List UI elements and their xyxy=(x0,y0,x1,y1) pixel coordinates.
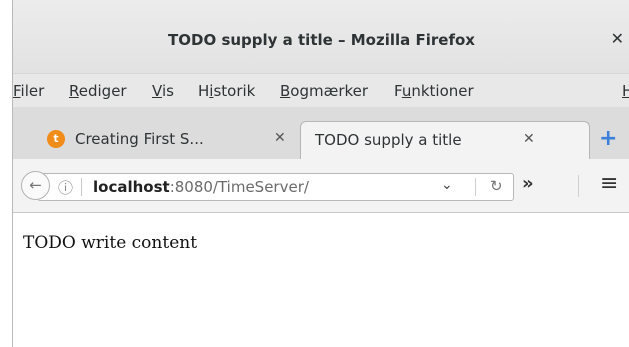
menu-rediger[interactable]: Rediger xyxy=(69,82,127,100)
menu-historik-label: storik xyxy=(213,82,256,100)
menu-hjaelp-mnemonic: H xyxy=(622,82,629,100)
favicon-icon: t xyxy=(47,130,65,148)
menu-bar: Filer Rediger Vis Historik Bogmærker Fun… xyxy=(13,73,629,108)
menu-bogmaerker-label: ogmærker xyxy=(290,82,369,100)
url-bar[interactable]: ⓘ localhost:8080/TimeServer/ ⌄ ↻ xyxy=(37,173,514,201)
menu-rediger-label: ediger xyxy=(78,82,127,100)
menu-funktioner[interactable]: Funktioner xyxy=(394,82,474,100)
tab-bar: t Creating First S... ✕ TODO supply a ti… xyxy=(13,107,629,159)
hamburger-menu-icon[interactable]: ≡ xyxy=(600,172,618,196)
page-body-text: TODO write content xyxy=(23,233,198,253)
menu-funktioner-lead: F xyxy=(394,82,402,100)
menu-bogmaerker-mnemonic: B xyxy=(280,82,291,100)
menu-funktioner-label: nktioner xyxy=(411,82,474,100)
tab-todo-active[interactable]: TODO supply a title ✕ xyxy=(300,121,590,159)
window-title: TODO supply a title – Mozilla Firefox xyxy=(168,31,475,49)
reload-icon[interactable]: ↻ xyxy=(490,177,503,195)
overflow-chevron-icon[interactable]: » xyxy=(522,173,534,194)
menu-historik-lead: H xyxy=(198,82,210,100)
menu-historik[interactable]: Historik xyxy=(198,82,255,100)
tab-creating-first[interactable]: t Creating First S... ✕ xyxy=(33,121,303,159)
menu-vis[interactable]: Vis xyxy=(152,82,174,100)
menu-hjaelp[interactable]: H xyxy=(622,82,629,100)
page-content: TODO write content xyxy=(13,213,629,347)
navigation-toolbar: ⓘ localhost:8080/TimeServer/ ⌄ ↻ ← » ≡ xyxy=(13,159,629,213)
menu-filer[interactable]: Filer xyxy=(13,82,44,100)
tab-close-icon[interactable]: ✕ xyxy=(523,131,535,147)
menu-rediger-mnemonic: R xyxy=(69,82,79,100)
url-text[interactable]: localhost:8080/TimeServer/ xyxy=(93,178,309,196)
url-path: :8080/TimeServer/ xyxy=(169,178,309,196)
menu-bogmaerker[interactable]: Bogmærker xyxy=(280,82,368,100)
tab-label: TODO supply a title xyxy=(315,131,462,149)
close-icon[interactable]: ✕ xyxy=(611,29,624,48)
menu-vis-mnemonic: V xyxy=(152,82,162,100)
url-host: localhost xyxy=(93,178,170,196)
toolbar-separator xyxy=(578,175,579,197)
menu-vis-label: is xyxy=(161,82,174,100)
menu-filer-label: iler xyxy=(20,82,45,100)
chevron-down-icon[interactable]: ⌄ xyxy=(441,177,453,193)
tab-label: Creating First S... xyxy=(75,130,204,148)
firefox-window: TODO supply a title – Mozilla Firefox ✕ … xyxy=(12,0,629,347)
menu-funktioner-mnemonic: u xyxy=(401,82,412,100)
site-identity-icon[interactable]: ⓘ xyxy=(58,177,73,198)
tab-close-icon[interactable]: ✕ xyxy=(274,130,286,146)
title-bar: TODO supply a title – Mozilla Firefox ✕ xyxy=(13,0,629,73)
back-arrow-icon[interactable]: ← xyxy=(21,171,50,200)
url-separator xyxy=(81,178,82,196)
new-tab-plus-icon[interactable]: + xyxy=(599,128,617,150)
menu-filer-mnemonic: F xyxy=(13,82,21,100)
url-separator xyxy=(475,178,476,196)
